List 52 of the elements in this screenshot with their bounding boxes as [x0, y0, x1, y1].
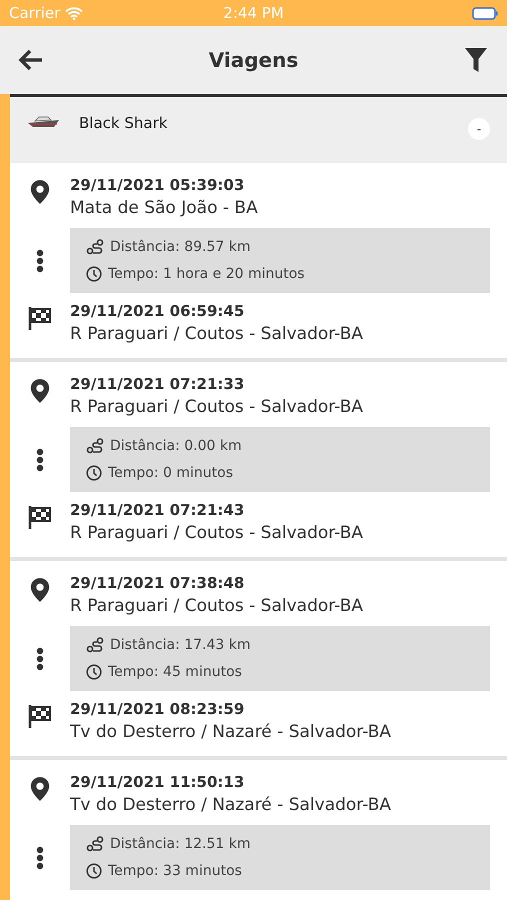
- trip-datetime: 29/11/2021 06:59:45: [70, 301, 246, 322]
- trip-datetime: 29/11/2021 08:23:59: [70, 699, 246, 720]
- filter-icon: [464, 47, 488, 73]
- location-pin-icon: [29, 776, 51, 802]
- trip-datetime: 29/11/2021 05:39:03: [70, 175, 246, 196]
- route-icon: [86, 438, 104, 454]
- trip-datetime: 29/11/2021 11:50:13: [70, 772, 246, 793]
- trip-address: Tv do Desterro / Nazaré - Salvador-BA: [70, 721, 392, 744]
- wifi-icon: [65, 6, 84, 20]
- battery-icon: [472, 6, 498, 20]
- duration-text: Tempo: 45 minutos: [108, 662, 242, 682]
- trip-datetime: 29/11/2021 07:21:33: [70, 374, 246, 395]
- vehicle-name: Black Shark: [79, 113, 168, 134]
- distance-text: Distância: 12.51 km: [110, 834, 251, 854]
- trip-address: R Paraguari / Coutos - Salvador-BA: [70, 595, 363, 618]
- vertical-dots-icon: [36, 846, 44, 870]
- route-icon: [86, 239, 104, 255]
- checkered-flag-icon: [27, 305, 53, 331]
- location-pin-icon: [29, 378, 51, 404]
- duration-text: Tempo: 0 minutos: [108, 464, 234, 482]
- clock-icon: [86, 465, 102, 481]
- location-pin-icon: [29, 179, 51, 205]
- clock-icon: [86, 266, 102, 282]
- vertical-dots-icon: [36, 248, 44, 272]
- distance-text: Distância: 0.00 km: [110, 436, 242, 456]
- back-arrow-icon: [18, 49, 44, 71]
- page-title: Viagens: [208, 47, 300, 74]
- duration-text: Tempo: 1 hora e 20 minutos: [108, 264, 305, 284]
- trip-address: Tv do Desterro / Nazaré - Salvador-BA: [70, 794, 392, 817]
- location-pin-icon: [29, 577, 51, 603]
- distance-text: Distância: 89.57 km: [110, 238, 251, 256]
- trip-address: R Paraguari / Coutos - Salvador-BA: [70, 323, 363, 346]
- trip-datetime: 29/11/2021 07:38:48: [70, 573, 246, 594]
- distance-text: Distância: 17.43 km: [110, 636, 251, 654]
- filter-button[interactable]: [462, 46, 490, 74]
- trip-address: R Paraguari / Coutos - Salvador-BA: [70, 396, 363, 419]
- trip-datetime: 29/11/2021 07:21:43: [70, 500, 246, 521]
- clock-icon: [86, 664, 102, 680]
- trip-address: Mata de São João - BA: [70, 197, 258, 220]
- vertical-dots-icon: [36, 448, 44, 472]
- clock-time: 2:44 PM: [223, 2, 284, 24]
- carrier-text: Carrier: [9, 2, 60, 24]
- trip-address: R Paraguari / Coutos - Salvador-BA: [70, 522, 363, 545]
- vehicle-row[interactable]: Black Shark -: [10, 94, 507, 163]
- collapse-button[interactable]: -: [468, 118, 490, 140]
- route-icon: [86, 836, 104, 852]
- checkered-flag-icon: [27, 504, 53, 530]
- checkered-flag-icon: [27, 703, 53, 729]
- clock-icon: [86, 863, 102, 879]
- vertical-dots-icon: [36, 646, 44, 670]
- duration-text: Tempo: 33 minutos: [108, 862, 242, 880]
- route-icon: [86, 637, 104, 653]
